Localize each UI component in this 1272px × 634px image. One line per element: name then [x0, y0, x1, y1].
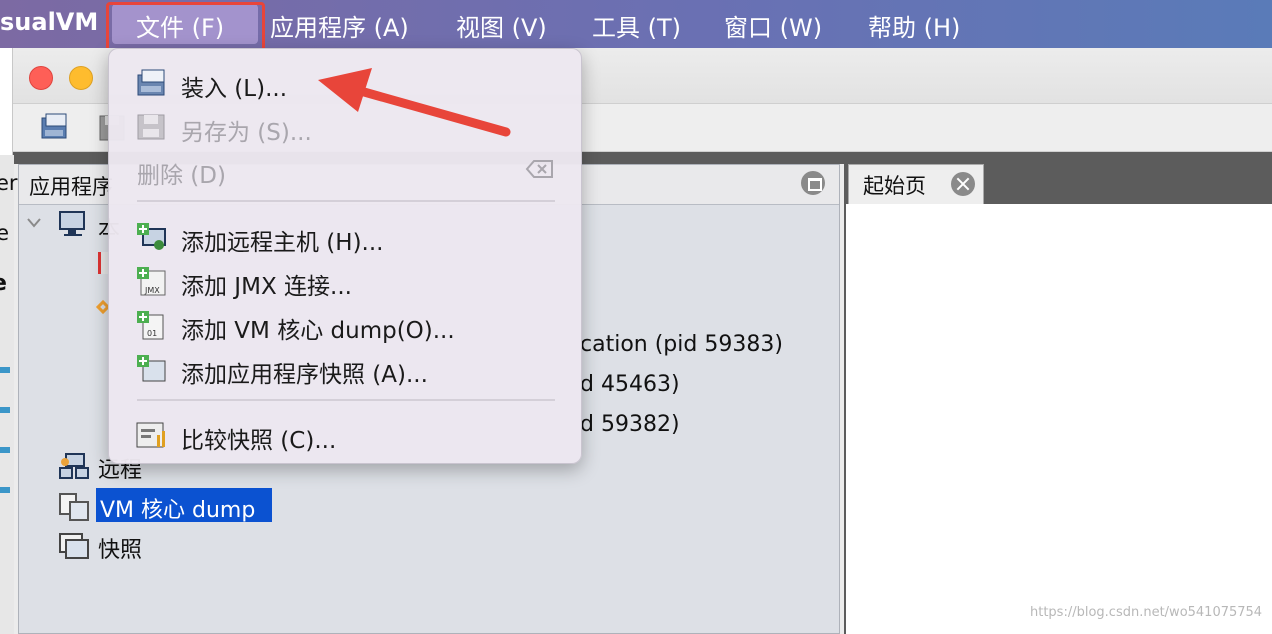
menu-item-add-remote-host[interactable]: 添加远程主机 (H)... [109, 215, 581, 259]
tree-core-dump[interactable]: VM 核心 dump [100, 492, 255, 524]
close-window-button[interactable] [29, 66, 53, 90]
menu-item-label: 添加应用程序快照 (A)... [181, 362, 428, 388]
svg-text:01: 01 [147, 329, 157, 338]
chevron-down-icon[interactable] [26, 216, 42, 230]
menu-item-label: 删除 (D) [137, 163, 226, 189]
svg-text:JMX: JMX [144, 286, 160, 295]
remote-host-icon [59, 453, 89, 479]
left-bar-marker [0, 367, 10, 373]
app-name: sualVM [0, 8, 99, 36]
left-fragment: e [0, 271, 7, 296]
minimize-window-button[interactable] [69, 66, 93, 90]
left-partial-panel: er re e [0, 155, 18, 634]
maximize-panel-icon[interactable] [801, 171, 825, 195]
menubar: sualVM 文件 (F) 应用程序 (A) 视图 (V) 工具 (T) 窗口 … [0, 0, 1272, 52]
delete-key-icon [525, 160, 553, 178]
menu-item-label: 添加 VM 核心 dump(O)... [181, 318, 455, 344]
left-fragment: re [0, 221, 10, 245]
tree-app-row[interactable]: cation (pid 59383) [580, 332, 783, 357]
open-icon [137, 69, 165, 96]
snapshots-icon [59, 533, 89, 559]
tree-app-row[interactable]: d 45463) [580, 372, 680, 397]
menu-separator [137, 399, 555, 401]
save-icon [137, 114, 165, 140]
menu-item-add-jmx[interactable]: JMX 添加 JMX 连接... [109, 259, 581, 303]
start-page-tab-label: 起始页 [863, 174, 926, 198]
menu-help[interactable]: 帮助 (H) [868, 8, 960, 43]
menu-item-label: 比较快照 (C)... [181, 428, 337, 454]
left-bar-marker [0, 407, 10, 413]
menu-window[interactable]: 窗口 (W) [724, 8, 822, 43]
menu-view[interactable]: 视图 (V) [456, 8, 547, 43]
tree-app-row[interactable]: d 59382) [580, 412, 680, 437]
local-host-icon [59, 211, 85, 236]
menu-item-compare-snapshots[interactable]: 比较快照 (C)... [109, 413, 581, 457]
tree-snapshots[interactable]: 快照 [98, 532, 142, 564]
menu-item-label: 添加 JMX 连接... [181, 274, 352, 300]
menu-item-add-core-dump[interactable]: 01 添加 VM 核心 dump(O)... [109, 303, 581, 347]
menu-item-add-snapshot[interactable]: 添加应用程序快照 (A)... [109, 347, 581, 391]
compare-snapshots-icon [136, 422, 165, 448]
add-jmx-icon: JMX [137, 267, 166, 296]
close-tab-icon[interactable] [951, 172, 975, 196]
start-page-tab[interactable]: 起始页 [848, 164, 984, 204]
file-menu-highlight-box [106, 2, 265, 52]
menu-item-delete[interactable]: 删除 (D) [109, 148, 581, 192]
menu-item-label: 添加远程主机 (H)... [181, 230, 384, 256]
menu-tools[interactable]: 工具 (T) [592, 8, 681, 43]
menu-item-label: 装入 (L)... [181, 76, 288, 102]
add-core-dump-icon: 01 [137, 311, 164, 340]
menu-applications[interactable]: 应用程序 (A) [270, 8, 409, 43]
open-icon[interactable] [39, 112, 73, 144]
watermark: https://blog.csdn.net/wo541075754 [1030, 605, 1263, 620]
start-page-content [846, 204, 1272, 634]
left-bar-marker [0, 447, 10, 453]
add-snapshot-icon [137, 355, 166, 382]
core-dump-icon [59, 493, 89, 521]
menu-item-label: 另存为 (S)... [181, 120, 312, 146]
left-fragment: er [0, 171, 18, 195]
add-remote-host-icon [137, 223, 166, 250]
menu-item-load[interactable]: 装入 (L)... [109, 61, 581, 105]
file-menu-dropdown: 装入 (L)... 另存为 (S)... 删除 (D) 添加远程主机 (H)..… [108, 48, 582, 464]
menu-separator [137, 200, 555, 202]
menu-item-save-as[interactable]: 另存为 (S)... [109, 105, 581, 149]
left-bar-marker [0, 487, 10, 493]
applications-tab-label: 应用程序 [29, 175, 113, 199]
